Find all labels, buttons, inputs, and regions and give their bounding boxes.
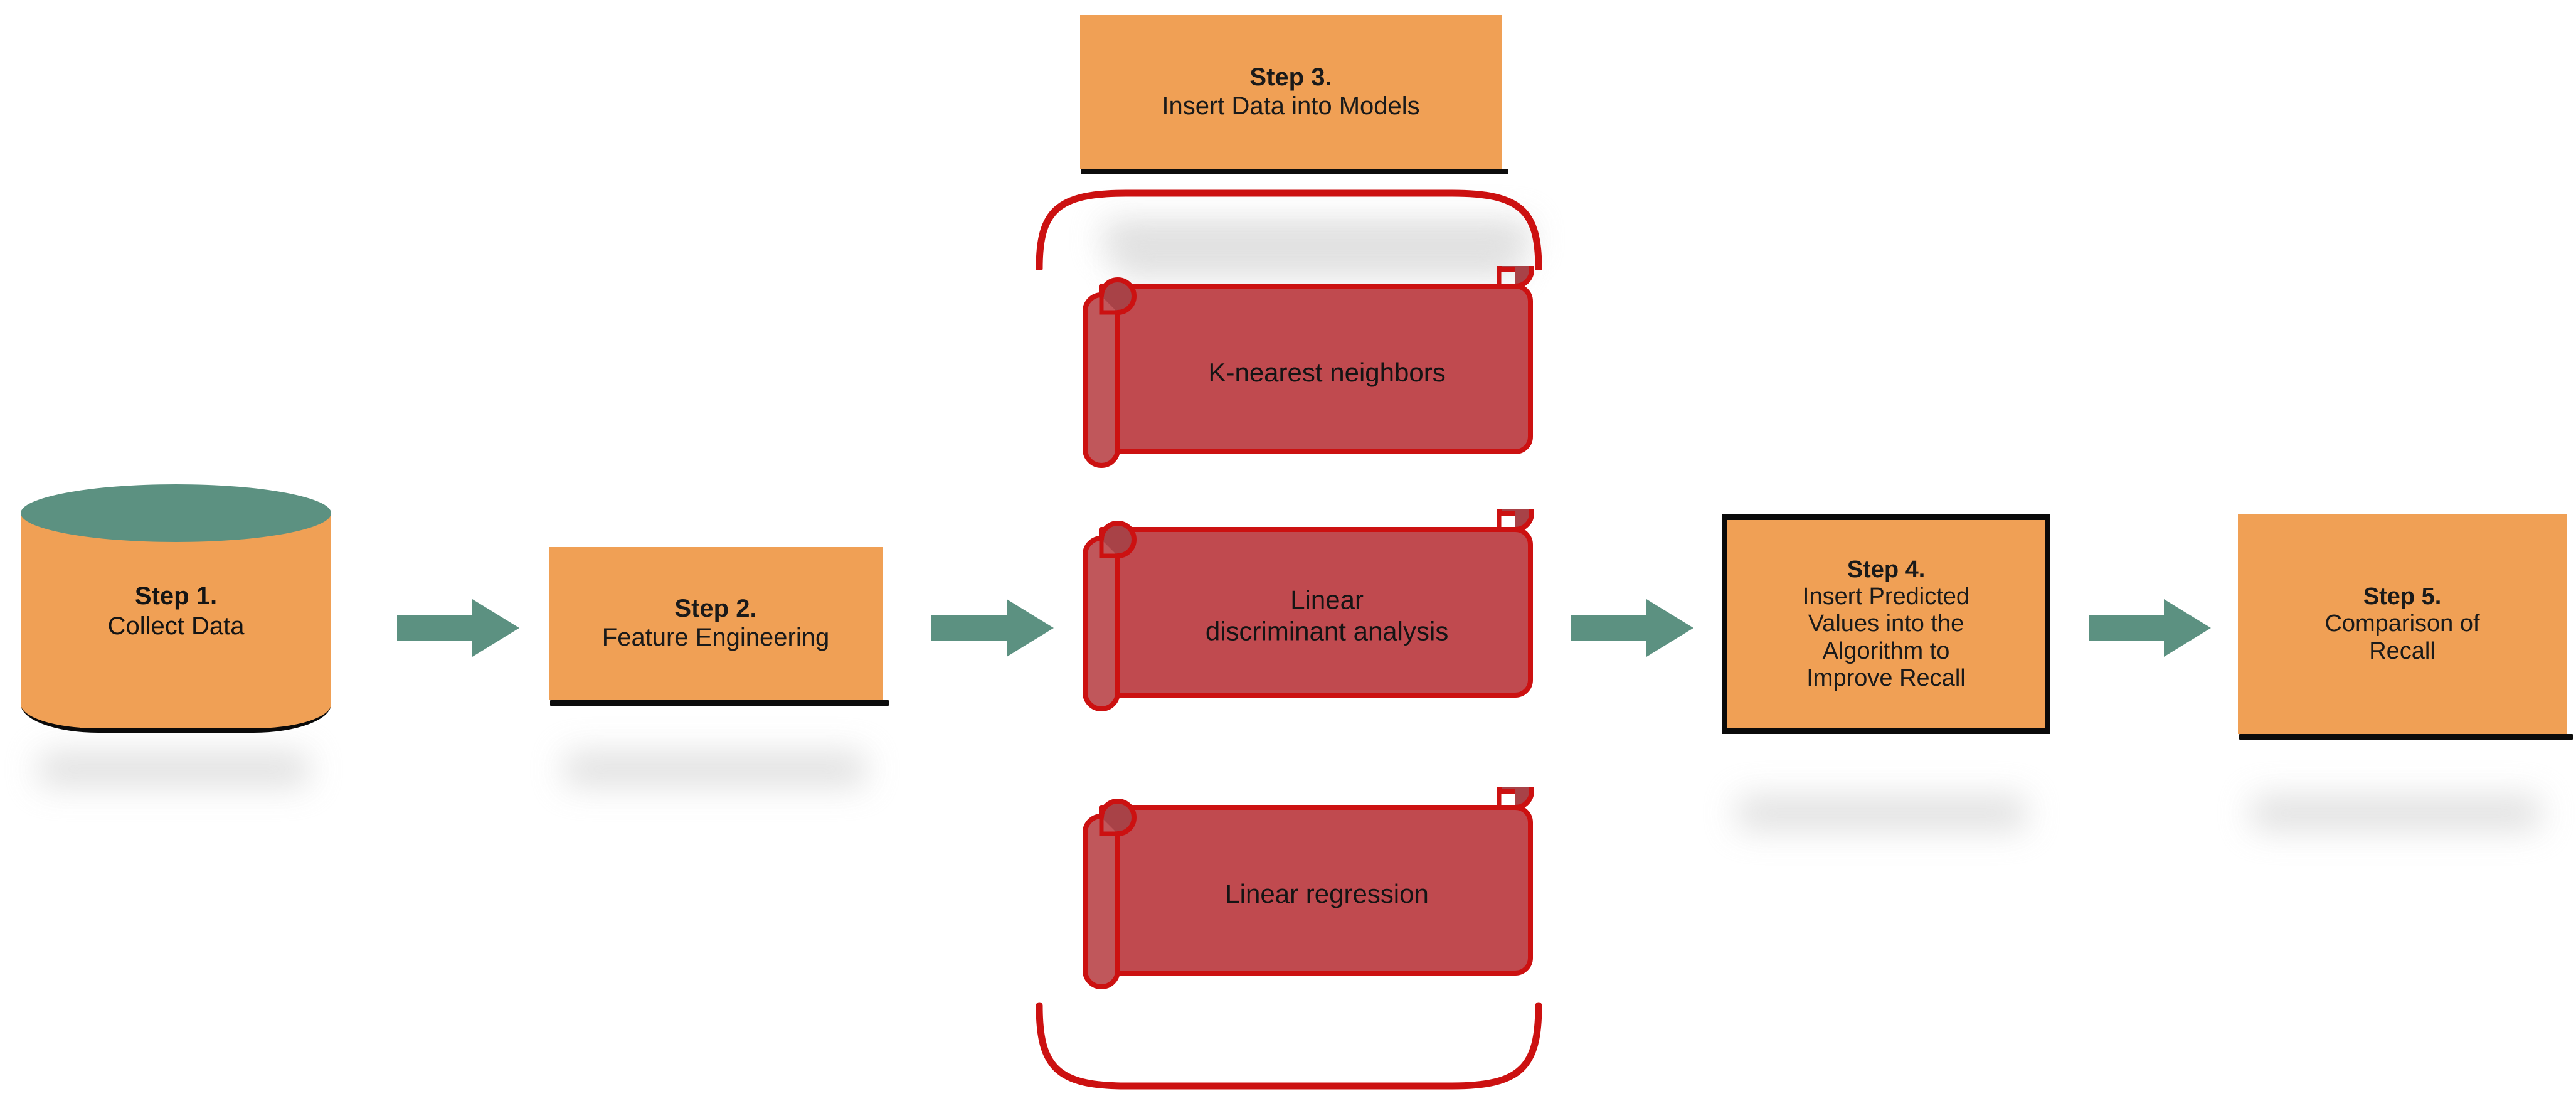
- flowchart-canvas: Step 3. Insert Data into Models K-neares…: [0, 0, 2576, 1101]
- step2-body: Feature Engineering: [602, 624, 830, 651]
- step1-label: Step 1. Collect Data: [21, 581, 331, 641]
- shadow-step4: [1737, 797, 2026, 829]
- step4-box[interactable]: Step 4. Insert Predicted Values into the…: [1722, 514, 2050, 734]
- step2-box[interactable]: Step 2. Feature Engineering: [549, 547, 889, 706]
- model-scroll-knn[interactable]: K-nearest neighbors: [1076, 266, 1540, 479]
- shadow-step2: [564, 753, 866, 785]
- step4-line4: Improve Recall: [1806, 664, 1966, 691]
- step3-title: Step 3.: [1249, 63, 1332, 91]
- knn-label-text: K-nearest neighbors: [1208, 357, 1446, 387]
- model-scroll-lda[interactable]: Linear discriminant analysis: [1076, 509, 1540, 723]
- step5-line1: Comparison of: [2324, 610, 2480, 637]
- arrow-models-to-step4: [1571, 599, 1693, 657]
- lda-label-line2: discriminant analysis: [1205, 617, 1449, 646]
- step4-line2: Values into the: [1808, 610, 1964, 637]
- step5-title: Step 5.: [2363, 583, 2442, 610]
- model-scroll-linreg[interactable]: Linear regression: [1076, 787, 1540, 1001]
- model-scroll-knn-label: K-nearest neighbors: [1127, 357, 1526, 388]
- model-scroll-linreg-label: Linear regression: [1127, 878, 1526, 910]
- linreg-label-text: Linear regression: [1225, 878, 1429, 908]
- step5-box[interactable]: Step 5. Comparison of Recall: [2238, 514, 2573, 740]
- shadow-step1: [39, 753, 309, 785]
- arrow-step1-to-step2: [397, 599, 519, 657]
- step2-title: Step 2.: [674, 595, 757, 623]
- step1-title: Step 1.: [134, 582, 218, 610]
- step3-body: Insert Data into Models: [1162, 92, 1420, 120]
- bracket-bottom: [1032, 1001, 1546, 1095]
- step3-box[interactable]: Step 3. Insert Data into Models: [1080, 15, 1508, 174]
- bracket-top: [1032, 186, 1546, 270]
- model-scroll-lda-label: Linear discriminant analysis: [1127, 585, 1526, 648]
- step5-line2: Recall: [2369, 637, 2436, 664]
- cylinder-top-ellipse: [21, 484, 331, 542]
- step1-body: Collect Data: [107, 612, 245, 640]
- arrow-step4-to-step5: [2089, 599, 2211, 657]
- step4-line1: Insert Predicted: [1802, 583, 1970, 610]
- step4-title: Step 4.: [1847, 556, 1926, 583]
- shadow-step5: [2252, 797, 2540, 829]
- arrow-step2-to-models: [931, 599, 1054, 657]
- step1-cylinder[interactable]: Step 1. Collect Data: [21, 484, 331, 733]
- lda-label-line1: Linear: [1290, 585, 1364, 615]
- step4-line3: Algorithm to: [1822, 637, 1950, 664]
